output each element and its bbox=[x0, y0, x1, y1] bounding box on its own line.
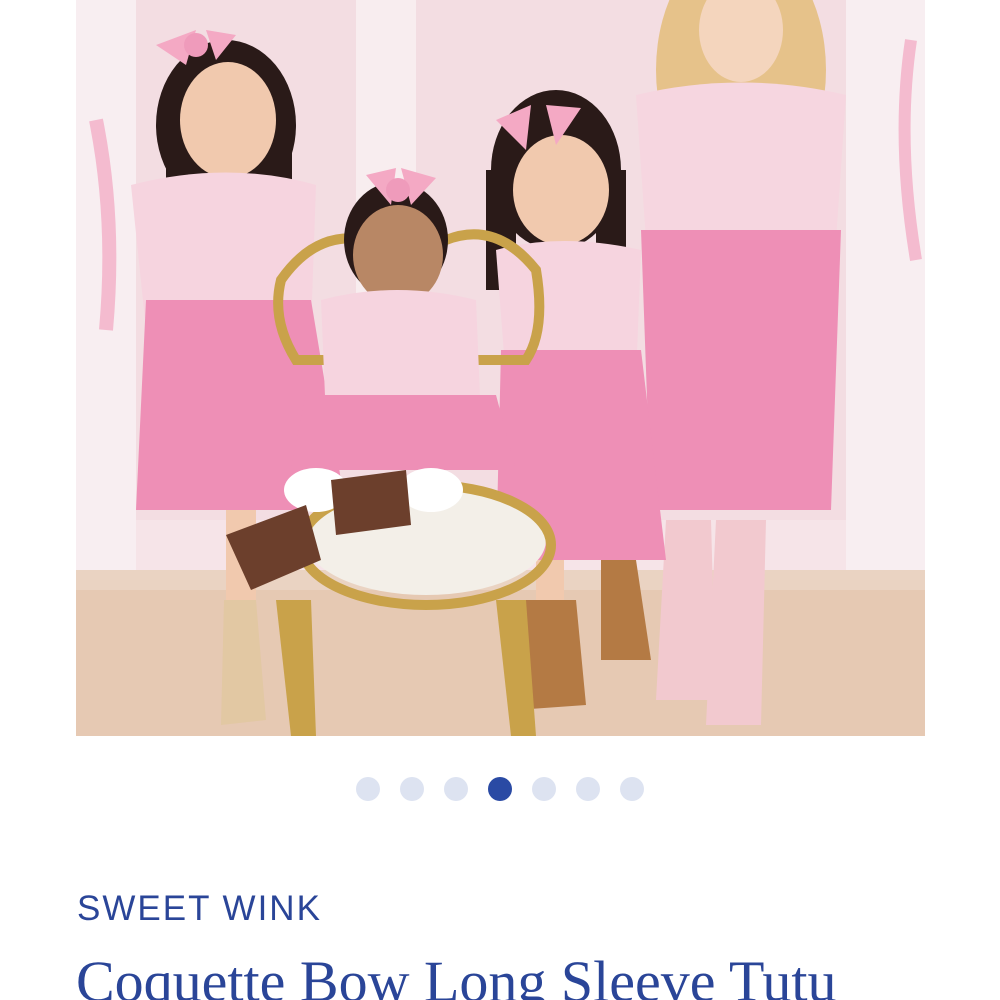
carousel-dot-3[interactable] bbox=[444, 777, 468, 801]
carousel-dot-1[interactable] bbox=[356, 777, 380, 801]
product-brand[interactable]: SWEET WINK bbox=[77, 889, 322, 929]
carousel-dot-2[interactable] bbox=[400, 777, 424, 801]
carousel-dots bbox=[0, 777, 1000, 801]
carousel-dot-4-active[interactable] bbox=[488, 777, 512, 801]
product-photo bbox=[76, 0, 925, 736]
carousel-dot-5[interactable] bbox=[532, 777, 556, 801]
carousel-dot-6[interactable] bbox=[576, 777, 600, 801]
product-title: Coquette Bow Long Sleeve Tutu bbox=[76, 949, 837, 1000]
product-image[interactable] bbox=[76, 0, 925, 736]
carousel-dot-7[interactable] bbox=[620, 777, 644, 801]
